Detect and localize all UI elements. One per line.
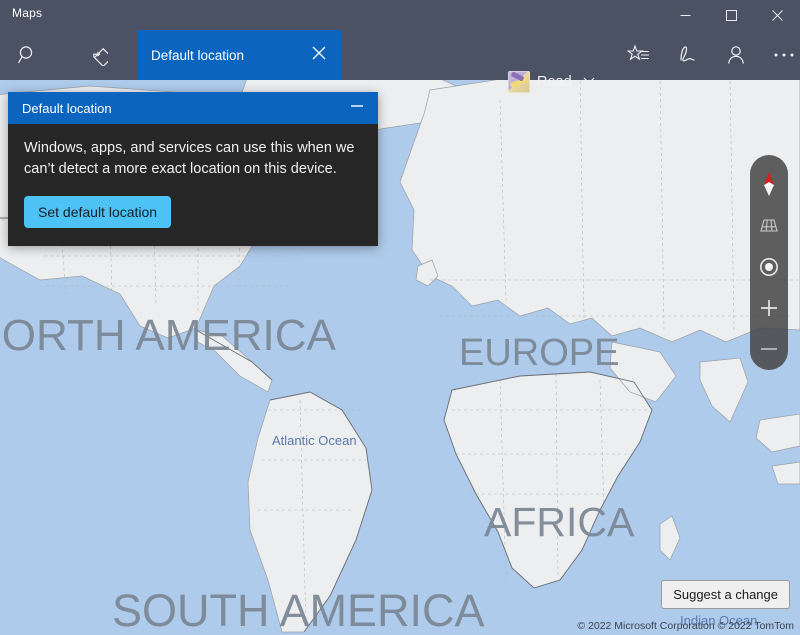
map-controls-strip [750,155,788,370]
notification-body: Windows, apps, and services can use this… [8,124,378,246]
app-title: Maps [12,6,42,20]
default-location-notification-panel: Default location Windows, apps, and serv… [8,92,378,246]
tilt-3d-button[interactable] [750,204,788,245]
map-label-atlantic-ocean: Atlantic Ocean [272,433,357,448]
notification-title: Default location [22,101,340,116]
maximize-window-button[interactable] [708,0,754,30]
notification-message: Windows, apps, and services can use this… [24,138,356,180]
more-ellipsis-icon [773,51,795,59]
close-window-button[interactable] [754,0,800,30]
map-style-label: Road [537,74,572,90]
chevron-down-icon [582,73,596,92]
minus-icon [758,338,780,360]
my-location-button[interactable] [750,246,788,287]
directions-icon [86,44,108,66]
tab-close-button[interactable] [297,30,341,80]
suggest-a-change-button[interactable]: Suggest a change [661,580,790,609]
compass-button[interactable] [750,163,788,204]
ink-button[interactable] [660,30,712,80]
favorites-button[interactable] [613,30,665,80]
account-button[interactable] [710,30,762,80]
plus-icon [758,297,780,319]
more-options-button[interactable] [758,30,800,80]
minimize-icon [680,10,691,21]
tab-default-location[interactable]: Default location [137,30,341,80]
command-row: Road [0,30,800,80]
maps-application-window: NORTH AMERICA EUROPE AFRICA SOUTH AMERIC… [0,0,800,635]
map-label-south-america: SOUTH AMERICA [112,585,485,635]
minimize-window-button[interactable] [662,0,708,30]
notification-minimize-button[interactable] [340,92,374,124]
map-label-africa: AFRICA [484,499,634,546]
map-label-europe: EUROPE [459,332,619,375]
tab-label: Default location [151,48,297,63]
close-icon [772,10,783,21]
maximize-icon [726,10,737,21]
window-controls [662,0,800,30]
search-button[interactable] [2,30,54,80]
compass-needle-icon [761,171,777,197]
map-style-thumbnail-icon [508,71,530,93]
search-icon [17,44,39,66]
title-bar: Maps [0,0,800,80]
favorites-star-list-icon [627,44,651,66]
map-style-button[interactable]: Road [508,68,596,96]
map-copyright-attribution: © 2022 Microsoft Corporation © 2022 TomT… [577,620,794,632]
directions-button[interactable] [71,30,123,80]
zoom-out-button[interactable] [750,329,788,370]
account-person-icon [725,44,747,66]
notification-header: Default location [8,92,378,124]
close-icon [312,46,326,65]
set-default-location-button[interactable]: Set default location [24,196,171,228]
my-location-icon [758,256,780,278]
minimize-icon [350,99,364,118]
ink-pen-icon [674,44,698,66]
zoom-in-button[interactable] [750,287,788,328]
3d-tilt-grid-icon [759,217,779,233]
map-label-north-america: NORTH AMERICA [0,311,336,361]
